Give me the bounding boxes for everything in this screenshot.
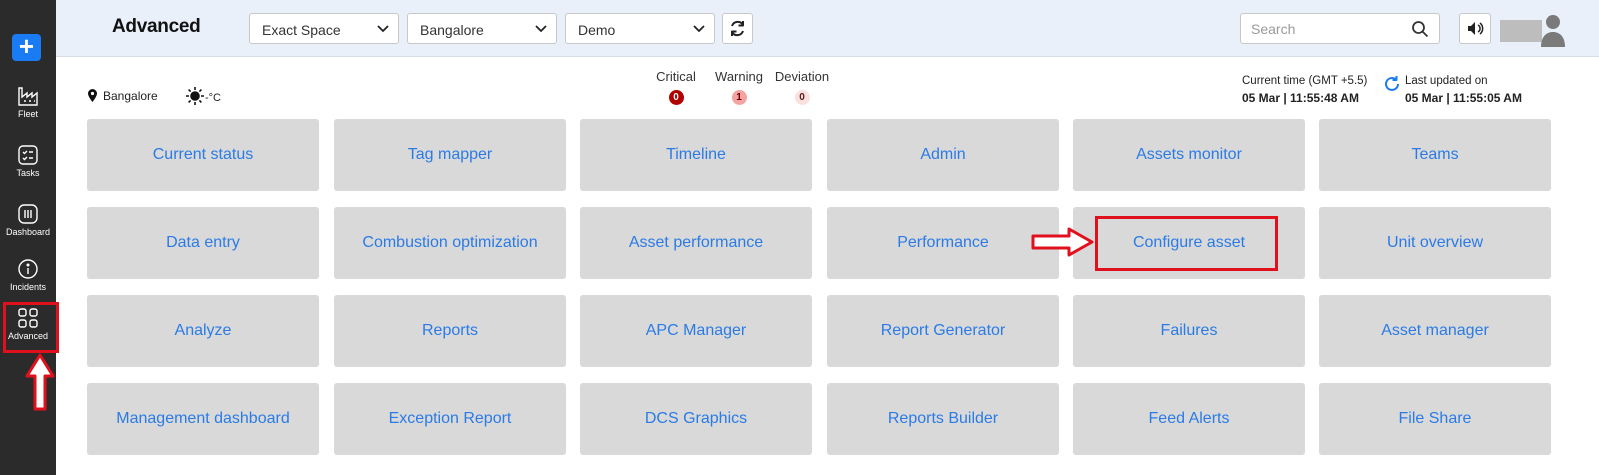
configure-asset-highlight-box — [1095, 216, 1278, 271]
critical-alerts[interactable]: Critical 0 — [652, 69, 700, 105]
unit-select[interactable]: Demo — [565, 13, 715, 44]
tile-asset-performance[interactable]: Asset performance — [580, 207, 812, 279]
sidebar-item-tasks[interactable]: Tasks — [0, 144, 56, 178]
add-button[interactable]: + — [12, 33, 41, 61]
advanced-highlight-box — [3, 302, 59, 353]
deviation-count-badge: 0 — [794, 90, 810, 105]
current-time-value: 05 Mar | 11:55:48 AM — [1242, 91, 1359, 105]
critical-label: Critical — [656, 69, 696, 84]
sidebar-item-incidents[interactable]: Incidents — [0, 258, 56, 292]
temperature-label: -°C — [205, 92, 222, 104]
tile-dcs-graphics[interactable]: DCS Graphics — [580, 383, 812, 455]
page-title: Advanced — [112, 16, 201, 37]
tile-reports[interactable]: Reports — [334, 295, 566, 367]
chevron-down-icon — [535, 25, 547, 33]
tile-timeline[interactable]: Timeline — [580, 119, 812, 191]
sidebar-item-label: Tasks — [16, 168, 40, 178]
current-time-label: Current time (GMT +5.5) — [1242, 75, 1368, 87]
tile-assets-monitor[interactable]: Assets monitor — [1073, 119, 1305, 191]
user-avatar-icon[interactable] — [1540, 13, 1566, 47]
weather-indicator: -°C — [185, 86, 221, 106]
tile-management-dashboard[interactable]: Management dashboard — [87, 383, 319, 455]
top-header: Advanced Exact Space Bangalore Demo — [56, 0, 1599, 57]
sidebar-item-fleet[interactable]: Fleet — [0, 85, 56, 119]
tile-analyze[interactable]: Analyze — [87, 295, 319, 367]
speaker-icon — [1468, 22, 1484, 35]
chevron-down-icon — [377, 25, 389, 33]
sound-toggle-button[interactable] — [1459, 13, 1491, 44]
refresh-icon — [731, 20, 744, 37]
tile-asset-manager[interactable]: Asset manager — [1319, 295, 1551, 367]
bar-chart-icon — [18, 204, 38, 224]
tile-reports-builder[interactable]: Reports Builder — [827, 383, 1059, 455]
sidebar-item-label: Dashboard — [5, 227, 51, 237]
sun-icon — [186, 87, 204, 105]
tile-combustion-optimization[interactable]: Combustion optimization — [334, 207, 566, 279]
tile-data-entry[interactable]: Data entry — [87, 207, 319, 279]
search-input[interactable] — [1241, 14, 1401, 43]
refresh-button[interactable] — [722, 13, 753, 44]
tile-unit-overview[interactable]: Unit overview — [1319, 207, 1551, 279]
location-indicator: Bangalore — [88, 89, 158, 103]
info-icon — [18, 259, 38, 279]
tile-teams[interactable]: Teams — [1319, 119, 1551, 191]
deviation-alerts[interactable]: Deviation 0 — [772, 69, 832, 105]
warning-alerts[interactable]: Warning 1 — [712, 69, 766, 105]
tile-tag-mapper[interactable]: Tag mapper — [334, 119, 566, 191]
location-label: Bangalore — [103, 89, 158, 103]
refresh-icon[interactable] — [1383, 75, 1401, 93]
unit-select-value: Demo — [578, 22, 616, 38]
company-select[interactable]: Exact Space — [249, 13, 399, 44]
user-name-placeholder — [1500, 20, 1542, 42]
map-pin-icon — [88, 89, 97, 102]
factory-icon — [18, 87, 38, 106]
tile-apc-manager[interactable]: APC Manager — [580, 295, 812, 367]
tile-current-status[interactable]: Current status — [87, 119, 319, 191]
checklist-icon — [18, 145, 38, 165]
tile-failures[interactable]: Failures — [1073, 295, 1305, 367]
company-select-value: Exact Space — [262, 22, 341, 38]
sidebar-item-label: Fleet — [17, 109, 38, 119]
tile-performance[interactable]: Performance — [827, 207, 1059, 279]
site-select[interactable]: Bangalore — [407, 13, 557, 44]
right-arrow-annotation — [1031, 227, 1094, 257]
last-updated: Last updated on 05 Mar | 11:55:05 AM — [1405, 75, 1522, 105]
site-select-value: Bangalore — [420, 22, 484, 38]
chevron-down-icon — [693, 25, 705, 33]
sidebar-item-label: Incidents — [9, 282, 47, 292]
search-icon[interactable] — [1411, 20, 1429, 38]
tile-admin[interactable]: Admin — [827, 119, 1059, 191]
deviation-label: Deviation — [774, 69, 830, 84]
tile-feed-alerts[interactable]: Feed Alerts — [1073, 383, 1305, 455]
warning-label: Warning — [715, 69, 763, 84]
current-time: Current time (GMT +5.5) 05 Mar | 11:55:4… — [1242, 75, 1367, 105]
warning-count-badge: 1 — [731, 90, 747, 105]
sidebar-item-dashboard[interactable]: Dashboard — [0, 203, 56, 237]
tile-file-share[interactable]: File Share — [1319, 383, 1551, 455]
tile-exception-report[interactable]: Exception Report — [334, 383, 566, 455]
critical-count-badge: 0 — [668, 90, 684, 105]
up-arrow-annotation — [25, 353, 55, 411]
last-updated-value: 05 Mar | 11:55:05 AM — [1405, 91, 1522, 105]
tile-report-generator[interactable]: Report Generator — [827, 295, 1059, 367]
search-box — [1240, 13, 1440, 44]
last-updated-label: Last updated on — [1405, 75, 1488, 87]
